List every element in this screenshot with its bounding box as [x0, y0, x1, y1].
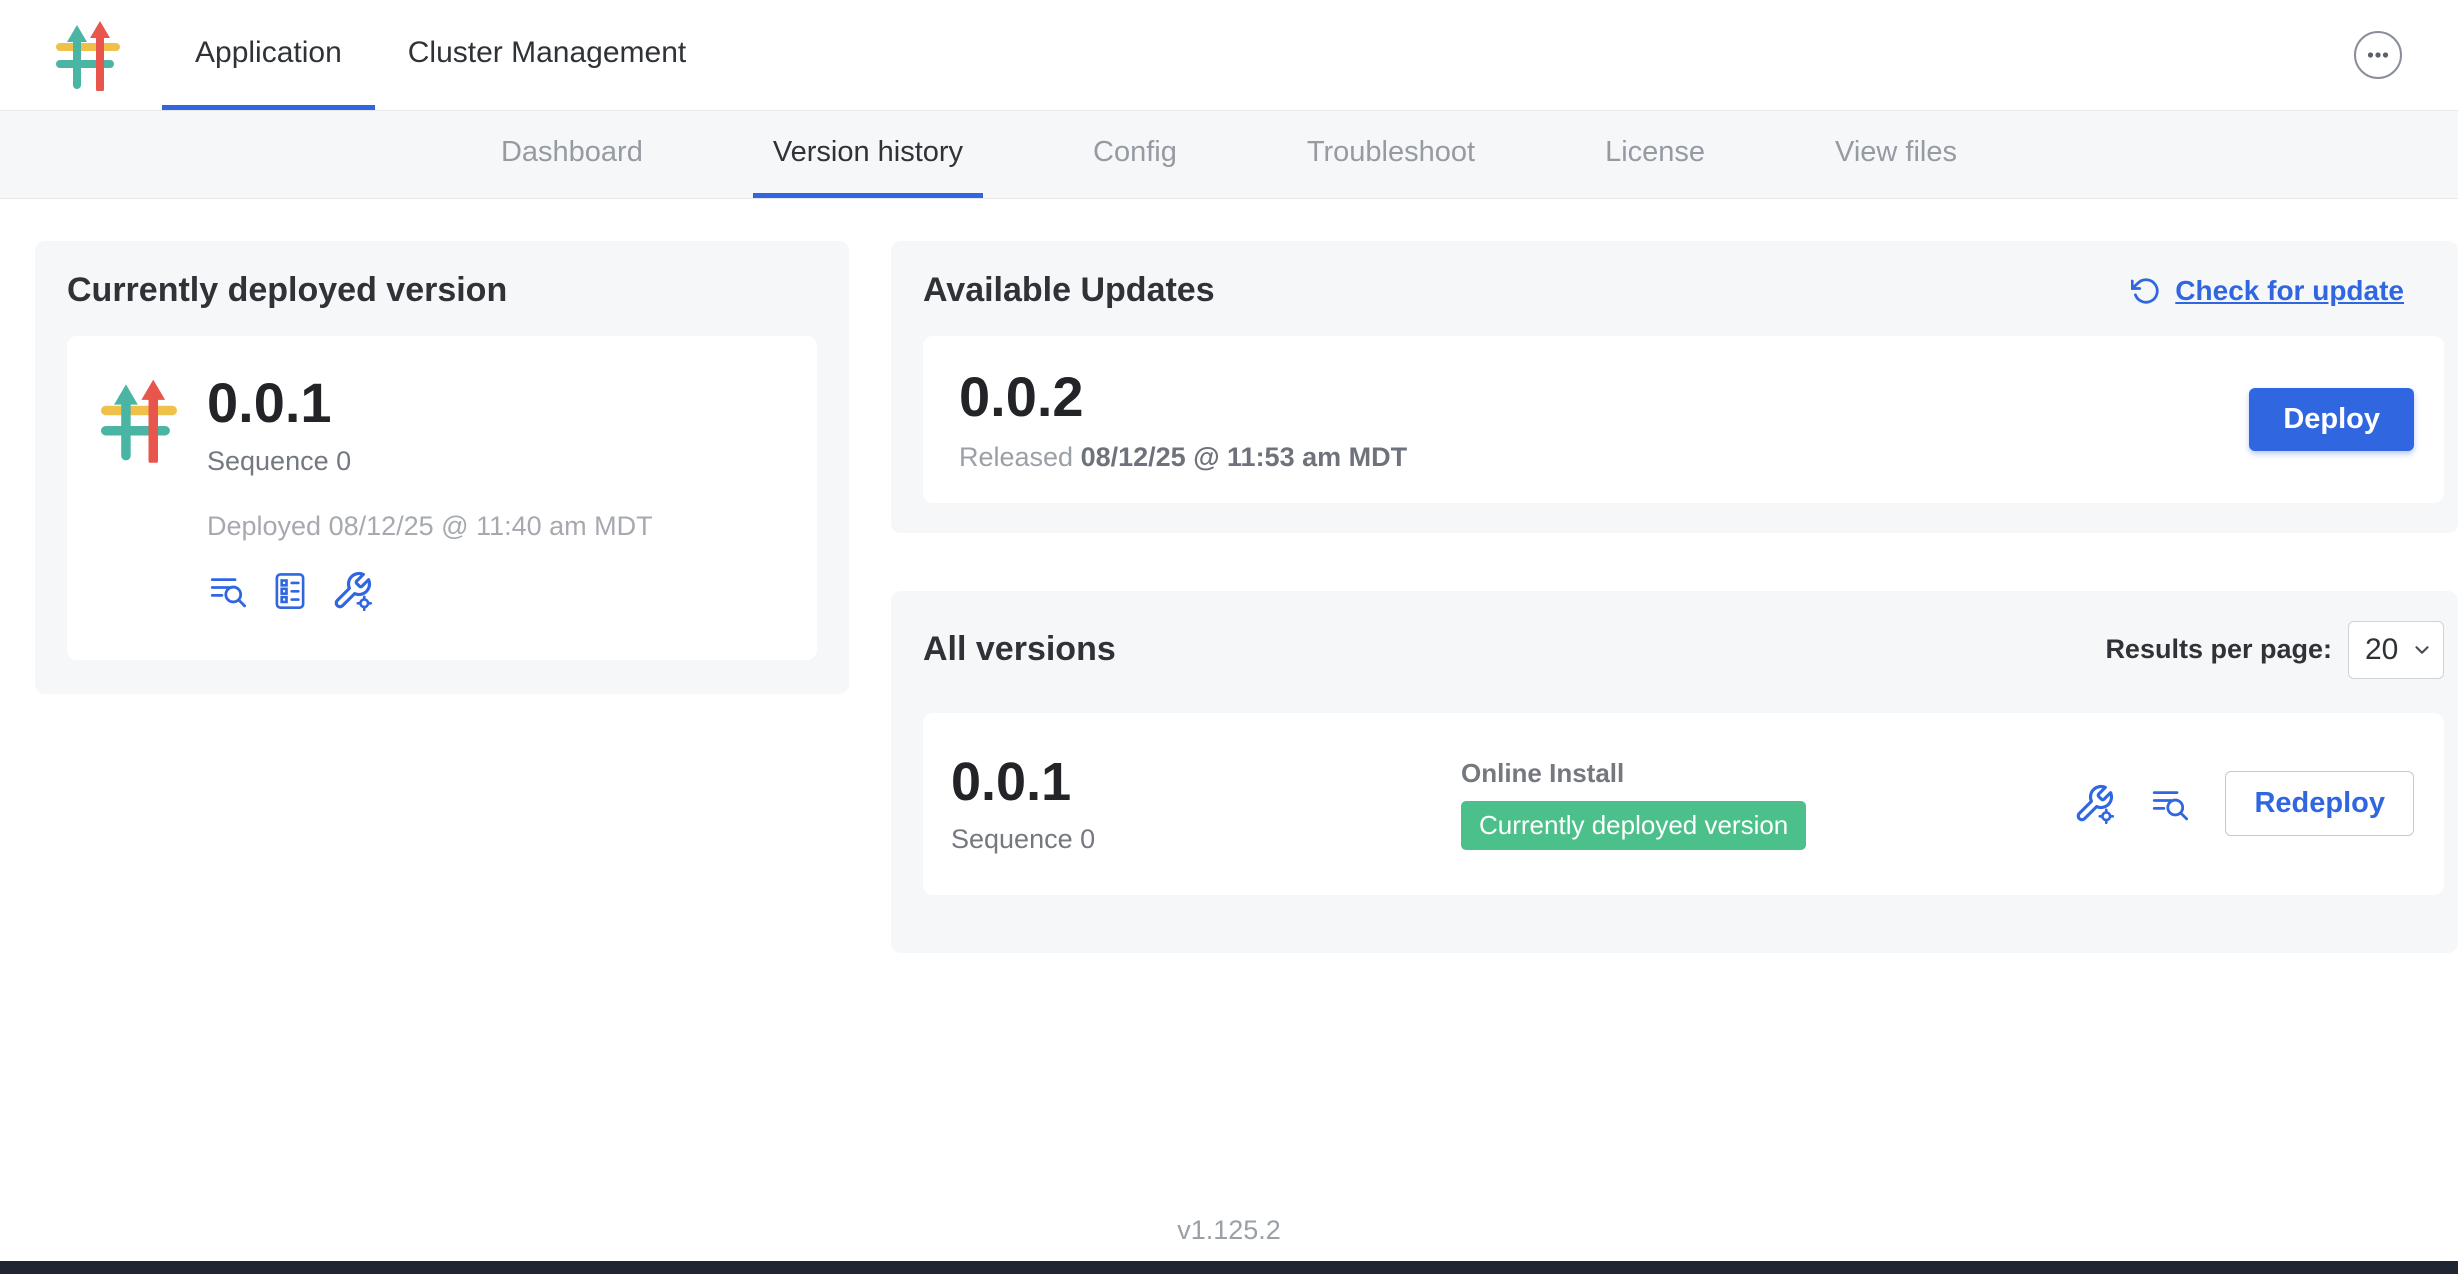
right-column: Available Updates Check for update 0.0.2… [891, 241, 2458, 953]
available-updates-card: Available Updates Check for update 0.0.2… [891, 241, 2458, 533]
results-per-page-value: 20 [2365, 633, 2398, 667]
preflight-checks-button[interactable] [269, 570, 311, 612]
ellipsis-icon [2363, 40, 2393, 70]
tab-cluster-management[interactable]: Cluster Management [375, 0, 719, 110]
deployed-status-badge: Currently deployed version [1461, 801, 1806, 850]
results-per-page-select[interactable]: 20 [2348, 621, 2444, 679]
tab-application[interactable]: Application [162, 0, 375, 110]
lines-magnifier-icon [2149, 783, 2191, 825]
row-sequence: Sequence 0 [951, 824, 1461, 855]
app-logo-icon-large [101, 372, 177, 468]
all-versions-header: All versions Results per page: 20 [923, 621, 2444, 679]
app-subnav: Dashboard Version history Config Trouble… [0, 111, 2458, 199]
results-per-page: Results per page: 20 [2105, 621, 2444, 679]
released-timestamp: 08/12/25 @ 11:53 am MDT [1081, 442, 1408, 472]
bottom-bar [0, 1261, 2458, 1274]
wrench-gear-icon [2073, 783, 2115, 825]
wrench-gear-icon [331, 570, 373, 612]
available-update-row: 0.0.2 Released 08/12/25 @ 11:53 am MDT D… [923, 336, 2444, 503]
more-options-button[interactable] [2354, 31, 2402, 79]
lines-magnifier-icon [207, 570, 249, 612]
edit-config-button[interactable] [2073, 783, 2115, 825]
all-versions-card: All versions Results per page: 20 0.0.1 … [891, 591, 2458, 953]
install-type: Online Install [1461, 758, 1806, 789]
row-version-number: 0.0.1 [951, 753, 1461, 812]
checklist-icon [269, 570, 311, 612]
chevron-down-icon [2411, 639, 2433, 661]
subnav-item-license[interactable]: License [1585, 111, 1725, 198]
deployed-version-panel: 0.0.1 Sequence 0 Deployed 08/12/25 @ 11:… [67, 336, 817, 660]
deployed-version-number: 0.0.1 [207, 372, 653, 434]
subnav-item-troubleshoot[interactable]: Troubleshoot [1287, 111, 1495, 198]
check-for-update-label: Check for update [2175, 275, 2404, 307]
deployed-card-title: Currently deployed version [67, 271, 817, 310]
deployed-action-icons [207, 570, 653, 612]
results-per-page-label: Results per page: [2105, 634, 2332, 665]
currently-deployed-card: Currently deployed version 0.0.1 Sequenc… [35, 241, 849, 694]
view-diff-button[interactable] [2149, 783, 2191, 825]
app-logo-icon [56, 19, 120, 91]
subnav-item-config[interactable]: Config [1073, 111, 1197, 198]
deployed-version-info: 0.0.1 Sequence 0 Deployed 08/12/25 @ 11:… [207, 372, 653, 624]
version-row: 0.0.1 Sequence 0 Online Install Currentl… [923, 713, 2444, 895]
update-version-number: 0.0.2 [959, 366, 1407, 428]
available-updates-title: Available Updates [923, 271, 1215, 310]
version-row-status: Online Install Currently deployed versio… [1461, 758, 1806, 850]
update-info: 0.0.2 Released 08/12/25 @ 11:53 am MDT [959, 366, 1407, 473]
version-row-actions: Redeploy [2073, 771, 2414, 836]
update-released-line: Released 08/12/25 @ 11:53 am MDT [959, 442, 1407, 473]
deployed-timestamp: Deployed 08/12/25 @ 11:40 am MDT [207, 511, 653, 542]
console-version: v1.125.2 [0, 1215, 2458, 1246]
top-header: Application Cluster Management [0, 0, 2458, 111]
redeploy-button[interactable]: Redeploy [2225, 771, 2414, 836]
version-row-info: 0.0.1 Sequence 0 [951, 753, 1461, 855]
available-updates-header: Available Updates Check for update [923, 271, 2444, 310]
deployed-sequence: Sequence 0 [207, 446, 653, 477]
check-for-update-link[interactable]: Check for update [2131, 275, 2404, 307]
released-label: Released [959, 442, 1073, 472]
app-root: Application Cluster Management Dashboard… [0, 0, 2458, 953]
view-diff-button[interactable] [207, 570, 249, 612]
edit-config-button[interactable] [331, 570, 373, 612]
all-versions-title: All versions [923, 630, 1116, 669]
top-tabs: Application Cluster Management [162, 0, 719, 110]
subnav-item-dashboard[interactable]: Dashboard [481, 111, 663, 198]
deploy-button[interactable]: Deploy [2249, 388, 2414, 451]
subnav-item-version-history[interactable]: Version history [753, 111, 983, 198]
subnav-item-view-files[interactable]: View files [1815, 111, 1977, 198]
main-content: Currently deployed version 0.0.1 Sequenc… [0, 199, 2458, 953]
refresh-icon [2131, 276, 2161, 306]
